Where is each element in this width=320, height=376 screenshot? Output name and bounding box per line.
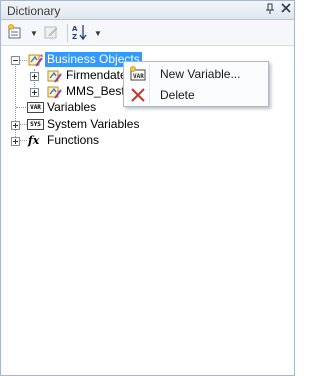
business-objects-icon [28, 52, 44, 68]
new-item-button[interactable] [7, 23, 23, 43]
menu-item-new-variable[interactable]: VAR New Variable... [126, 64, 266, 84]
new-item-icon [7, 23, 23, 43]
sort-button[interactable]: A Z [71, 23, 89, 44]
svg-text:Z: Z [72, 33, 77, 41]
pin-icon[interactable] [263, 3, 277, 17]
variable-icon: VAR [27, 102, 44, 113]
new-variable-icon: VAR [130, 66, 146, 82]
tree-node-mms-beste[interactable]: MMS_Beste [1, 84, 131, 100]
expand-icon[interactable] [30, 88, 39, 97]
menu-item-label: Delete [160, 88, 195, 102]
system-variable-icon: SYS [27, 119, 44, 130]
menu-item-delete[interactable]: Delete [126, 85, 266, 105]
collapse-icon[interactable] [11, 56, 20, 65]
panel-titlebar: Dictionary [1, 1, 294, 20]
business-object-icon [47, 68, 63, 84]
svg-text:VAR: VAR [133, 73, 144, 80]
business-object-icon [47, 84, 63, 100]
context-menu: VAR New Variable... Delete [123, 61, 269, 107]
tree-node-label: Variables [47, 100, 97, 114]
dictionary-panel: Dictionary ▼ A Z ▼ Business Objects Firm… [0, 0, 295, 376]
dictionary-toolbar: ▼ A Z ▼ [1, 20, 294, 46]
tree-node-variables[interactable]: VAR Variables [1, 100, 121, 116]
expand-icon[interactable] [30, 72, 39, 81]
tree-node-functions[interactable]: fx Functions [1, 133, 121, 149]
tree-node-firmendaten[interactable]: Firmendaten [1, 68, 133, 84]
delete-icon [130, 87, 146, 103]
expand-icon[interactable] [11, 137, 20, 146]
svg-text:A: A [72, 25, 78, 33]
expand-icon[interactable] [11, 121, 20, 130]
function-icon: fx [28, 134, 40, 147]
menu-item-label: New Variable... [160, 67, 241, 81]
sort-az-icon: A Z [71, 23, 89, 44]
edit-button[interactable] [43, 25, 59, 41]
tree-node-label: System Variables [47, 117, 140, 131]
tree-node-business-objects[interactable]: Business Objects [1, 52, 142, 68]
tree-node-system-variables[interactable]: SYS System Variables [1, 117, 141, 133]
close-icon[interactable] [279, 3, 293, 17]
chevron-down-icon[interactable]: ▼ [30, 29, 38, 38]
chevron-down-icon[interactable]: ▼ [94, 29, 102, 38]
toolbar-separator [67, 24, 68, 42]
tree-node-label: Functions [47, 133, 100, 147]
panel-title: Dictionary [7, 4, 61, 18]
edit-icon [43, 24, 59, 43]
